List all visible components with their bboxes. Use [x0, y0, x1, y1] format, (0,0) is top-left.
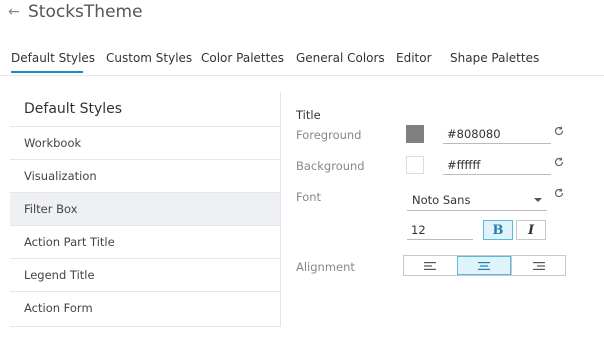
font-label: Font [296, 190, 322, 204]
reset-background-icon[interactable] [553, 156, 565, 168]
back-arrow-icon[interactable]: ← [8, 4, 20, 20]
tab-shape-palettes[interactable]: Shape Palettes [450, 51, 539, 65]
reset-foreground-icon[interactable] [553, 125, 565, 137]
list-item-workbook[interactable]: Workbook [10, 126, 280, 159]
list-item-visualization[interactable]: Visualization [10, 159, 280, 192]
panel-heading: Default Styles [24, 101, 123, 117]
font-size-input[interactable] [407, 220, 473, 240]
tabs-divider [0, 75, 604, 76]
reset-font-icon[interactable] [553, 187, 565, 199]
font-family-value: Noto Sans [412, 193, 471, 207]
align-left-icon [424, 261, 437, 270]
align-center-button[interactable] [456, 256, 512, 275]
align-left-button[interactable] [404, 256, 457, 275]
tab-general-colors[interactable]: General Colors [296, 51, 385, 65]
align-right-button[interactable] [511, 256, 565, 275]
background-swatch[interactable] [406, 156, 424, 174]
alignment-label: Alignment [296, 260, 355, 274]
chevron-down-icon [534, 198, 542, 202]
italic-button[interactable]: I [516, 220, 546, 240]
alignment-button-group [403, 255, 566, 276]
background-color-input[interactable] [443, 155, 551, 175]
tab-editor[interactable]: Editor [396, 51, 432, 65]
tab-default-styles[interactable]: Default Styles [11, 51, 95, 65]
list-item-action-form[interactable]: Action Form [10, 291, 280, 324]
section-title: Title [296, 108, 321, 122]
list-item-action-part-title[interactable]: Action Part Title [10, 225, 280, 258]
align-right-icon [532, 261, 545, 270]
tab-custom-styles[interactable]: Custom Styles [106, 51, 192, 65]
font-family-select[interactable]: Noto Sans [407, 191, 547, 211]
list-item-legend-title[interactable]: Legend Title [10, 258, 280, 291]
page-title: StocksTheme [28, 2, 143, 22]
active-tab-indicator [11, 71, 83, 73]
foreground-swatch[interactable] [406, 125, 424, 143]
list-item-filter-box[interactable]: Filter Box [10, 192, 280, 225]
align-center-icon [478, 261, 490, 270]
style-list-panel: Default Styles Workbook Visualization Fi… [10, 92, 281, 327]
bold-button[interactable]: B [483, 220, 513, 240]
foreground-color-input[interactable] [443, 124, 551, 144]
background-label: Background [296, 159, 365, 173]
foreground-label: Foreground [296, 128, 362, 142]
tab-color-palettes[interactable]: Color Palettes [201, 51, 284, 65]
tab-bar: Default Styles Custom Styles Color Palet… [0, 51, 604, 75]
